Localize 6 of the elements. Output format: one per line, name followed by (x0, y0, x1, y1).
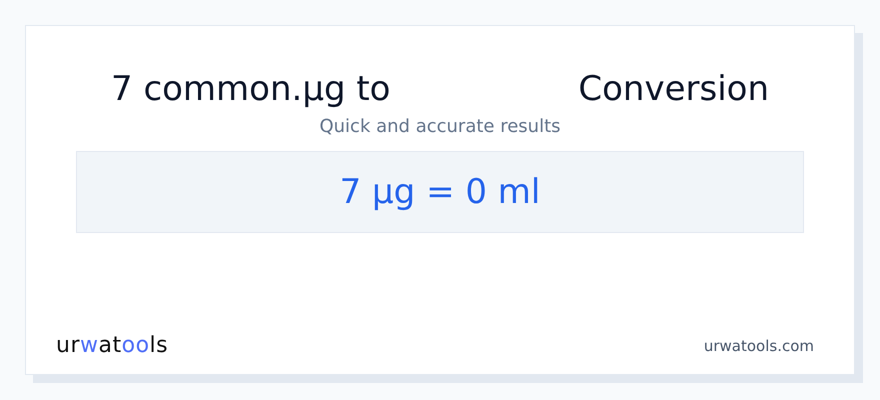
subtitle: Quick and accurate results (319, 116, 561, 137)
logo: urwatools (56, 333, 168, 358)
title: Conversion (578, 68, 769, 111)
result-panel: 7 µg = 0 ml (76, 151, 804, 233)
title: 7 common.µg to (111, 68, 390, 111)
site-url: urwatools.com (704, 336, 814, 354)
